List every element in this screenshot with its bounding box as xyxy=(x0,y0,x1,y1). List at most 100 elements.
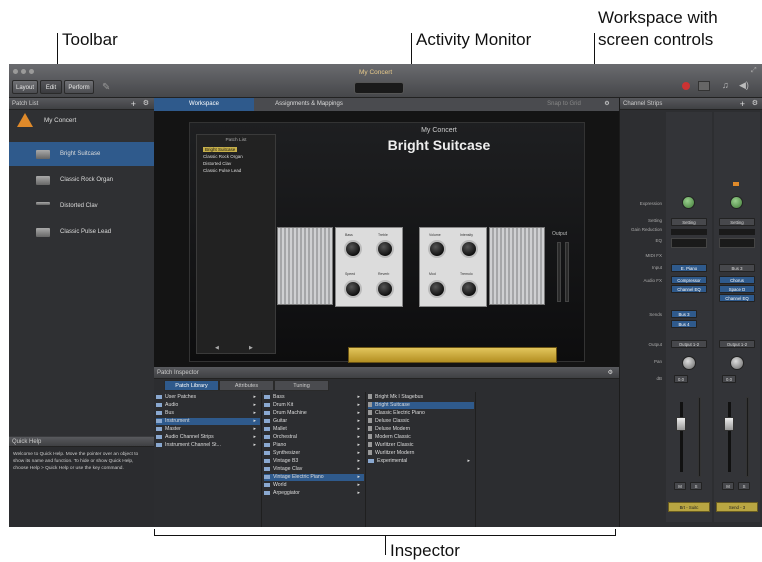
volume-knob[interactable] xyxy=(428,240,446,258)
strip-1-name[interactable]: Brt - Suitc xyxy=(668,502,710,512)
patch-item-distorted-clav[interactable]: Distorted Clav xyxy=(9,194,154,218)
library-row[interactable]: Instrument ▸ xyxy=(156,418,260,425)
library-row[interactable]: Orchestral ▸ xyxy=(264,434,364,441)
strip-2-fx-3[interactable]: Channel EQ xyxy=(719,294,755,302)
window-close-button[interactable] xyxy=(13,69,18,74)
library-row[interactable]: User Patches ▸ xyxy=(156,394,260,401)
library-row[interactable]: Deluxe Modern xyxy=(368,426,410,433)
library-row[interactable]: Audio Channel Strips ▸ xyxy=(156,434,260,441)
library-row[interactable]: Synthesizer ▸ xyxy=(264,450,364,457)
library-row[interactable]: Mallet ▸ xyxy=(264,426,364,433)
patch-item-bright-suitcase[interactable]: Bright Suitcase xyxy=(9,142,154,166)
strip-2-pan-knob[interactable] xyxy=(730,356,744,370)
strip-1-output[interactable]: Output 1-2 xyxy=(671,340,707,348)
layout-mode-button[interactable]: Layout xyxy=(12,80,38,94)
library-row[interactable]: Vintage Clav ▸ xyxy=(264,466,364,473)
patch-list-gear-icon[interactable]: ⚙ xyxy=(143,98,149,110)
add-channel-strip-icon[interactable]: + xyxy=(740,98,745,110)
tab-tuning[interactable]: Tuning xyxy=(274,380,329,391)
strip-2-name[interactable]: Send - 3 xyxy=(716,502,758,512)
inner-list-item[interactable]: Bright Suitcase xyxy=(203,147,238,152)
strip-2-fx-2[interactable]: Space D xyxy=(719,285,755,293)
reverb-knob[interactable] xyxy=(376,280,394,298)
fullscreen-icon[interactable]: ⤢ xyxy=(751,67,757,75)
library-row[interactable]: Piano ▸ xyxy=(264,442,364,449)
library-row[interactable]: Bus ▸ xyxy=(156,410,260,417)
strip-2-output[interactable]: Output 1-2 xyxy=(719,340,755,348)
pencil-icon[interactable]: ✎ xyxy=(102,82,110,93)
snap-to-grid-toggle[interactable]: Snap to Grid xyxy=(534,98,594,111)
inner-list-nav-right-icon[interactable]: ▶ xyxy=(249,345,253,351)
library-row[interactable]: Deluxe Classic xyxy=(368,418,409,425)
library-row[interactable]: Audio ▸ xyxy=(156,402,260,409)
library-row[interactable]: Bright Suitcase xyxy=(368,402,474,409)
library-row[interactable]: Master ▸ xyxy=(156,426,260,433)
strip-2-eq[interactable] xyxy=(719,238,755,248)
strip-2-setting[interactable]: Setting xyxy=(719,218,755,226)
strip-1-fader[interactable] xyxy=(676,417,686,431)
expression-knob[interactable] xyxy=(682,196,695,209)
strip-1-solo-button[interactable]: S xyxy=(690,482,702,490)
mod-knob[interactable] xyxy=(428,280,446,298)
channel-strips-title: Channel Strips xyxy=(623,101,663,107)
patch-item-classic-pulse-lead[interactable]: Classic Pulse Lead xyxy=(9,220,154,244)
perform-mode-button[interactable]: Perform xyxy=(64,80,94,94)
strip-1-fx-2[interactable]: Channel EQ xyxy=(671,285,707,293)
inner-list-item[interactable]: Distorted Clav xyxy=(203,161,231,166)
strip-1-send-2[interactable]: Bus 4 xyxy=(671,320,697,328)
tab-workspace[interactable]: Workspace xyxy=(154,98,254,111)
speed-knob[interactable] xyxy=(344,280,362,298)
record-icon[interactable] xyxy=(682,82,690,90)
strip-2-mute-button[interactable]: M xyxy=(722,482,734,490)
patch-item-classic-rock-organ[interactable]: Classic Rock Organ xyxy=(9,168,154,192)
inspector-gear-icon[interactable]: ⚙ xyxy=(608,367,613,379)
tab-assignments-mappings[interactable]: Assignments & Mappings xyxy=(254,98,364,111)
intensity-knob[interactable] xyxy=(460,240,478,258)
channel-strips-gear-icon[interactable]: ⚙ xyxy=(752,98,758,110)
treble-knob[interactable] xyxy=(376,240,394,258)
library-row[interactable]: Vintage Electric Piano ▸ xyxy=(264,474,364,481)
window-minimize-button[interactable] xyxy=(21,69,26,74)
strip-1-input[interactable]: E. Piano xyxy=(671,264,707,272)
inner-list-item[interactable]: Classic Pulse Lead xyxy=(203,168,241,173)
patch-list-screen-control[interactable]: Patch List Bright Suitcase Classic Rock … xyxy=(196,134,276,354)
strip-1-pan-knob[interactable] xyxy=(682,356,696,370)
strip-2-fx-1[interactable]: Chorus xyxy=(719,276,755,284)
strip-1-setting[interactable]: Setting xyxy=(671,218,707,226)
workspace-gear-icon[interactable]: ⚙ xyxy=(597,98,617,111)
concert-row[interactable]: My Concert xyxy=(9,112,154,130)
library-row[interactable]: World ▸ xyxy=(264,482,364,489)
strip-2-fader[interactable] xyxy=(724,417,734,431)
strip-1-eq[interactable] xyxy=(671,238,707,248)
library-row[interactable]: Bright Mk I Stagebus xyxy=(368,394,423,401)
tab-patch-library[interactable]: Patch Library xyxy=(164,380,219,391)
bass-knob[interactable] xyxy=(344,240,362,258)
tab-attributes[interactable]: Attributes xyxy=(219,380,274,391)
strip-1-send-1[interactable]: Bus 3 xyxy=(671,310,697,318)
expression-knob[interactable] xyxy=(730,196,743,209)
inner-list-item[interactable]: Classic Rock Organ xyxy=(203,154,243,159)
tremolo-knob[interactable] xyxy=(460,280,478,298)
edit-mode-button[interactable]: Edit xyxy=(40,80,62,94)
strip-2-solo-button[interactable]: S xyxy=(738,482,750,490)
library-row[interactable]: Wurlitzer Classic xyxy=(368,442,414,449)
window-zoom-button[interactable] xyxy=(29,69,34,74)
library-row[interactable]: Instrument Channel St... ▸ xyxy=(156,442,260,449)
strip-2-input[interactable]: Bus 3 xyxy=(719,264,755,272)
tuner-icon[interactable]: ♫ xyxy=(722,80,729,90)
master-volume-icon[interactable]: ◀) xyxy=(739,80,749,91)
library-row[interactable]: Modern Classic xyxy=(368,434,411,441)
inner-list-nav-left-icon[interactable]: ◀ xyxy=(215,345,219,351)
library-row[interactable]: Vintage B3 ▸ xyxy=(264,458,364,465)
library-row[interactable]: Wurlitzer Modern xyxy=(368,450,414,457)
library-row[interactable]: Drum Machine ▸ xyxy=(264,410,364,417)
library-row[interactable]: Experimental ▸ xyxy=(368,458,474,465)
library-row[interactable]: Arpeggiator ▸ xyxy=(264,490,364,497)
add-patch-icon[interactable]: + xyxy=(131,98,136,110)
library-row[interactable]: Guitar ▸ xyxy=(264,418,364,425)
library-row[interactable]: Classic Electric Piano xyxy=(368,410,425,417)
library-row[interactable]: Bass ▸ xyxy=(264,394,364,401)
strip-1-mute-button[interactable]: M xyxy=(674,482,686,490)
strip-1-fx-1[interactable]: Compressor xyxy=(671,276,707,284)
library-row[interactable]: Drum Kit ▸ xyxy=(264,402,364,409)
